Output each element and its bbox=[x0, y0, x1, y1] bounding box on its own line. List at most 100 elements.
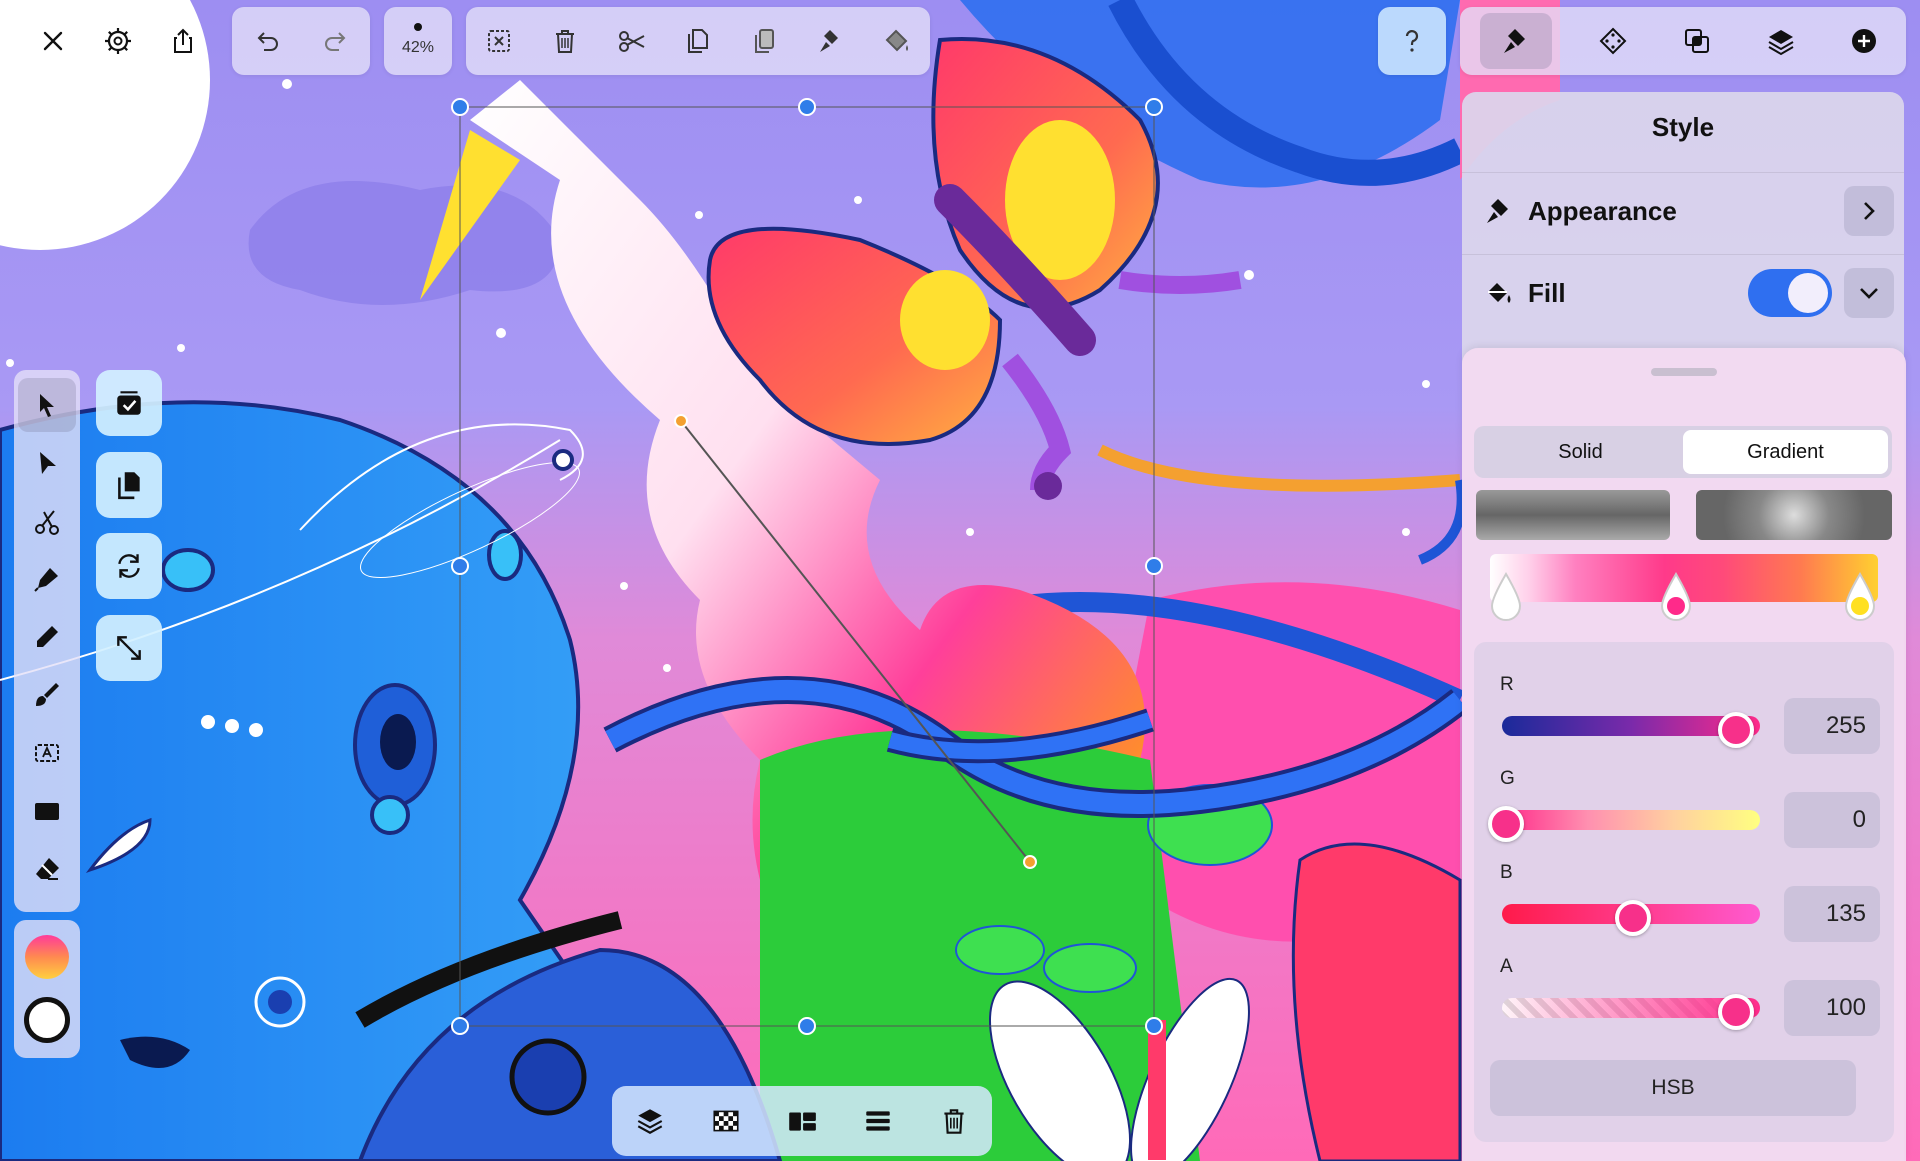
direct-select-icon[interactable] bbox=[18, 436, 76, 490]
linear-gradient-type[interactable] bbox=[1476, 490, 1670, 540]
fill-label: Fill bbox=[1528, 277, 1566, 308]
select-all-icon bbox=[117, 391, 141, 415]
rotate-button[interactable] bbox=[96, 533, 162, 599]
share-icon[interactable] bbox=[161, 19, 205, 63]
fill-collapse-button[interactable] bbox=[1844, 268, 1894, 318]
slider-r[interactable] bbox=[1502, 712, 1760, 748]
resize-button[interactable] bbox=[96, 615, 162, 681]
color-swatches bbox=[14, 920, 80, 1058]
slider-b[interactable] bbox=[1502, 900, 1760, 936]
gradient-stops-editor[interactable] bbox=[1490, 554, 1878, 654]
style-brush-icon[interactable] bbox=[1479, 13, 1552, 69]
segment-solid[interactable]: Solid bbox=[1478, 430, 1683, 474]
symbol-icon[interactable] bbox=[1591, 19, 1635, 63]
selection-handle-bottom-right[interactable] bbox=[1145, 1017, 1163, 1035]
pen-icon[interactable] bbox=[18, 552, 76, 606]
fill-type-segmented-control: Solid Gradient bbox=[1474, 426, 1892, 478]
text-icon[interactable] bbox=[18, 726, 76, 780]
zoom-indicator[interactable]: 42% bbox=[384, 7, 452, 75]
redo-icon[interactable] bbox=[314, 19, 358, 63]
eraser-icon[interactable] bbox=[18, 842, 76, 896]
segment-gradient[interactable]: Gradient bbox=[1683, 430, 1888, 474]
appearance-row[interactable]: Appearance bbox=[1462, 172, 1904, 249]
selection-handle-top-left[interactable] bbox=[451, 98, 469, 116]
slider-a-thumb[interactable] bbox=[1718, 994, 1754, 1030]
sheet-grabber[interactable] bbox=[1651, 368, 1717, 376]
deselect-icon[interactable] bbox=[477, 19, 521, 63]
selection-handle-left[interactable] bbox=[451, 557, 469, 575]
gradient-end-handle[interactable] bbox=[1023, 855, 1037, 869]
slider-r-thumb[interactable] bbox=[1718, 712, 1754, 748]
cut-icon[interactable] bbox=[610, 19, 654, 63]
brush-icon[interactable] bbox=[18, 668, 76, 722]
fill-bucket-icon bbox=[1488, 283, 1511, 303]
gradient-stop-yellow[interactable] bbox=[1842, 572, 1878, 624]
fill-bucket-icon[interactable] bbox=[875, 19, 919, 63]
help-button[interactable] bbox=[1378, 7, 1446, 75]
settings-gear-icon[interactable] bbox=[96, 19, 140, 63]
value-r[interactable]: 255 bbox=[1784, 698, 1880, 754]
slider-b-thumb[interactable] bbox=[1615, 900, 1651, 936]
duplicate-icon bbox=[118, 472, 140, 500]
color-picker-sheet: Solid Gradient R 255 G 0 B 135 A 100 HSB bbox=[1462, 348, 1906, 1161]
selection-handle-bottom[interactable] bbox=[798, 1017, 816, 1035]
fill-color-swatch[interactable] bbox=[25, 935, 69, 979]
add-icon[interactable] bbox=[1842, 19, 1886, 63]
paste-icon[interactable] bbox=[742, 19, 786, 63]
hsb-mode-button[interactable]: HSB bbox=[1490, 1060, 1856, 1116]
channel-label-a: A bbox=[1500, 956, 1513, 977]
appearance-label: Appearance bbox=[1528, 195, 1677, 226]
select-all-button[interactable] bbox=[96, 370, 162, 436]
pencil-icon[interactable] bbox=[18, 610, 76, 664]
channel-label-b: B bbox=[1500, 862, 1513, 883]
selection-arrow-icon[interactable] bbox=[18, 378, 76, 432]
align-icon[interactable] bbox=[780, 1099, 824, 1143]
copy-icon[interactable] bbox=[676, 19, 720, 63]
chevron-right-icon bbox=[1864, 202, 1875, 220]
channel-label-g: G bbox=[1500, 768, 1515, 789]
resize-icon bbox=[117, 636, 141, 660]
toggle-knob bbox=[1788, 273, 1828, 313]
appearance-expand-button[interactable] bbox=[1844, 186, 1894, 236]
radial-gradient-type[interactable] bbox=[1696, 490, 1892, 540]
boolean-ops-icon[interactable] bbox=[1675, 19, 1719, 63]
distribute-icon[interactable] bbox=[856, 1099, 900, 1143]
rotate-icon bbox=[118, 554, 140, 578]
value-b[interactable]: 135 bbox=[1784, 886, 1880, 942]
file-toolbar bbox=[20, 7, 216, 75]
slider-a[interactable] bbox=[1502, 994, 1760, 1030]
channel-label-r: R bbox=[1500, 674, 1514, 695]
selection-handle-top-right[interactable] bbox=[1145, 98, 1163, 116]
slider-g-thumb[interactable] bbox=[1488, 806, 1524, 842]
gradient-start-handle[interactable] bbox=[674, 414, 688, 428]
history-toolbar bbox=[232, 7, 370, 75]
help-icon[interactable] bbox=[1390, 19, 1434, 63]
layers-icon[interactable] bbox=[1759, 19, 1803, 63]
trash-icon[interactable] bbox=[932, 1099, 976, 1143]
selection-handle-right[interactable] bbox=[1145, 557, 1163, 575]
paste-style-icon[interactable] bbox=[809, 19, 853, 63]
arrange-icon[interactable] bbox=[628, 1099, 672, 1143]
gradient-stop-white[interactable] bbox=[1488, 572, 1524, 624]
selection-handle-bottom-left[interactable] bbox=[451, 1017, 469, 1035]
delete-icon[interactable] bbox=[543, 19, 587, 63]
fill-row[interactable]: Fill bbox=[1462, 254, 1904, 331]
value-a[interactable]: 100 bbox=[1784, 980, 1880, 1036]
appearance-brush-icon bbox=[1487, 199, 1508, 223]
selection-handle-top[interactable] bbox=[798, 98, 816, 116]
panel-title: Style bbox=[1651, 112, 1715, 142]
close-icon[interactable] bbox=[31, 19, 75, 63]
gradient-stop-pink[interactable] bbox=[1658, 572, 1694, 624]
value-g[interactable]: 0 bbox=[1784, 792, 1880, 848]
transparency-grid-icon[interactable] bbox=[704, 1099, 748, 1143]
bottom-toolbar bbox=[612, 1086, 992, 1156]
fill-toggle[interactable] bbox=[1748, 269, 1832, 317]
slider-g[interactable] bbox=[1488, 806, 1760, 842]
stroke-color-swatch[interactable] bbox=[24, 997, 70, 1043]
scissors-icon[interactable] bbox=[18, 494, 76, 548]
chevron-down-icon bbox=[1860, 288, 1878, 299]
rectangle-icon[interactable] bbox=[18, 784, 76, 838]
edit-toolbar bbox=[466, 7, 930, 75]
undo-icon[interactable] bbox=[245, 19, 289, 63]
duplicate-button[interactable] bbox=[96, 452, 162, 518]
